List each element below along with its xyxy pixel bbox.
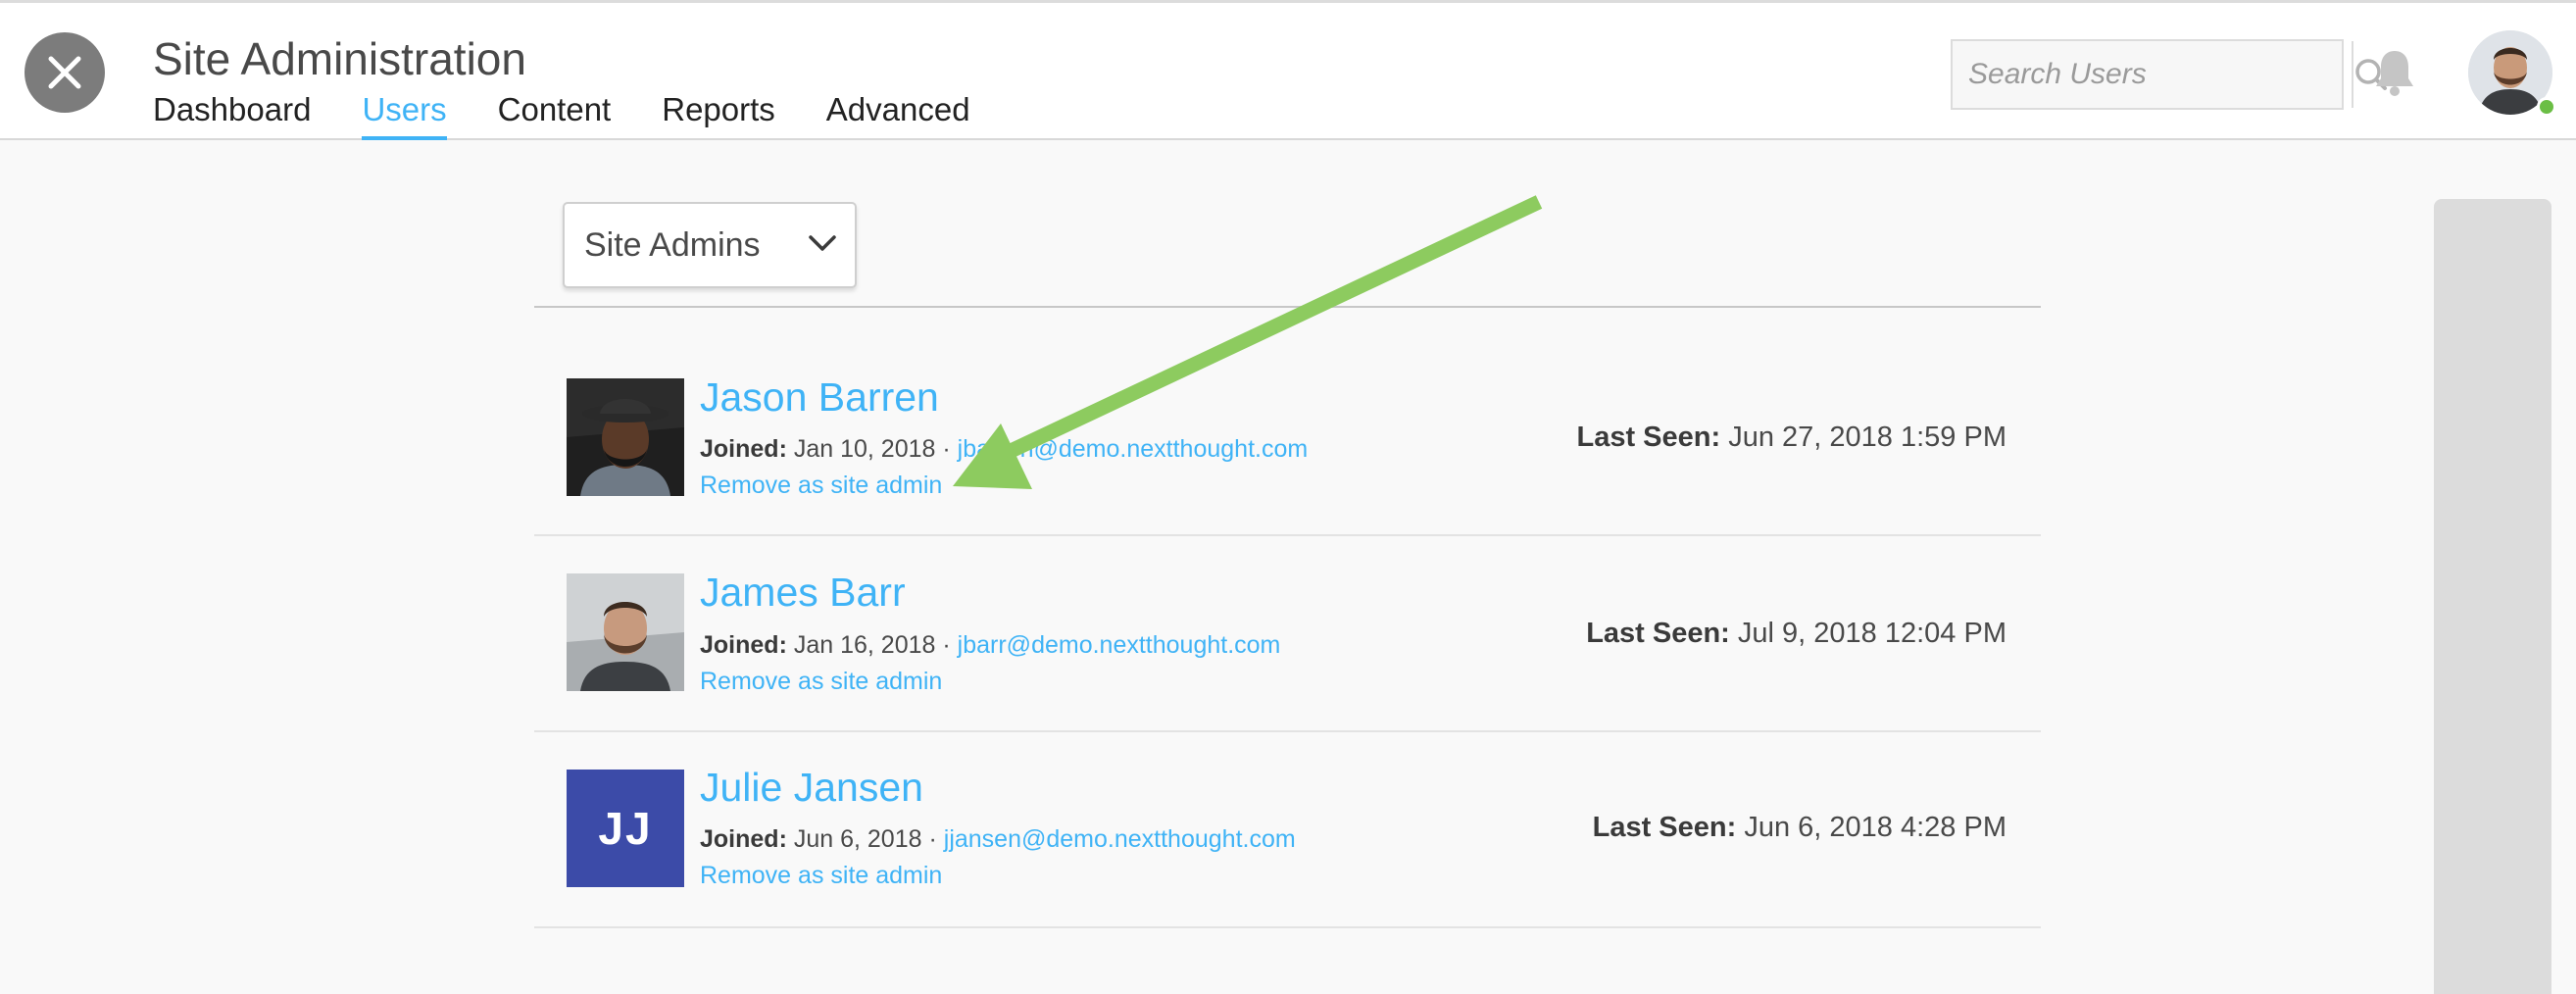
last-seen-value: Jun 6, 2018 4:28 PM bbox=[1744, 812, 2006, 843]
avatar-photo bbox=[567, 378, 684, 496]
joined-date: Jun 6, 2018 bbox=[793, 825, 922, 853]
user-name-link[interactable]: Julie Jansen bbox=[700, 765, 923, 811]
last-seen-label: Last Seen: bbox=[1592, 812, 1737, 843]
remove-site-admin-link[interactable]: Remove as site admin bbox=[700, 862, 942, 890]
last-seen: Last Seen: Jun 6, 2018 4:28 PM bbox=[1593, 812, 2006, 844]
avatar-photo bbox=[567, 573, 684, 691]
bell-icon bbox=[2376, 51, 2413, 96]
last-seen-value: Jul 9, 2018 12:04 PM bbox=[1737, 618, 2006, 649]
user-meta: Joined: Jan 16, 2018 · jbarr@demo.nextth… bbox=[700, 631, 1280, 660]
tab-users[interactable]: Users bbox=[362, 91, 447, 140]
user-name-link[interactable]: James Barr bbox=[700, 570, 906, 616]
last-seen-label: Last Seen: bbox=[1586, 618, 1730, 649]
site-admin-header: Site Administration Dashboard Users Cont… bbox=[0, 0, 2576, 140]
user-row: JJ Julie Jansen Joined: Jun 6, 2018 · jj… bbox=[534, 733, 2041, 928]
user-email-link[interactable]: jjansen@demo.nextthought.com bbox=[944, 825, 1296, 853]
last-seen-label: Last Seen: bbox=[1576, 422, 1721, 453]
close-button[interactable] bbox=[25, 32, 105, 113]
user-row: Jason Barren Joined: Jan 10, 2018 · jbar… bbox=[534, 341, 2041, 536]
tab-reports[interactable]: Reports bbox=[662, 91, 775, 140]
search-box bbox=[1951, 39, 2389, 110]
user-name-link[interactable]: Jason Barren bbox=[700, 374, 939, 421]
joined-label: Joined: bbox=[700, 435, 787, 463]
meta-separator: · bbox=[942, 631, 951, 659]
search-input[interactable] bbox=[1953, 41, 2352, 108]
joined-date: Jan 16, 2018 bbox=[793, 631, 936, 659]
meta-separator: · bbox=[942, 435, 951, 463]
close-icon bbox=[48, 56, 81, 89]
last-seen-value: Jun 27, 2018 1:59 PM bbox=[1728, 422, 2006, 453]
admin-tabs: Dashboard Users Content Reports Advanced bbox=[153, 91, 970, 140]
user-avatar[interactable] bbox=[567, 573, 684, 691]
filter-selected-label: Site Admins bbox=[584, 225, 761, 264]
joined-label: Joined: bbox=[700, 825, 787, 853]
user-meta: Joined: Jun 6, 2018 · jjansen@demo.nextt… bbox=[700, 825, 1296, 854]
user-email-link[interactable]: jbarr@demo.nextthought.com bbox=[958, 631, 1281, 659]
tab-advanced[interactable]: Advanced bbox=[826, 91, 970, 140]
tab-dashboard[interactable]: Dashboard bbox=[153, 91, 311, 140]
list-divider bbox=[534, 306, 2041, 308]
user-avatar[interactable] bbox=[567, 378, 684, 496]
remove-site-admin-link[interactable]: Remove as site admin bbox=[700, 472, 942, 500]
joined-label: Joined: bbox=[700, 631, 787, 659]
remove-site-admin-link[interactable]: Remove as site admin bbox=[700, 668, 942, 696]
notifications-button[interactable] bbox=[2372, 47, 2417, 103]
chevron-down-icon bbox=[809, 235, 836, 251]
user-email-link[interactable]: jbarren@demo.nextthought.com bbox=[958, 435, 1309, 463]
user-filter-dropdown[interactable]: Site Admins bbox=[563, 202, 857, 288]
avatar-initials: JJ bbox=[567, 770, 684, 887]
current-user-avatar[interactable] bbox=[2468, 30, 2556, 117]
meta-separator: · bbox=[928, 825, 937, 853]
side-panel bbox=[2434, 199, 2551, 994]
user-row: James Barr Joined: Jan 16, 2018 · jbarr@… bbox=[534, 537, 2041, 732]
page-title: Site Administration bbox=[153, 33, 526, 84]
joined-date: Jan 10, 2018 bbox=[793, 435, 936, 463]
tab-content[interactable]: Content bbox=[498, 91, 612, 140]
online-status-dot bbox=[2537, 97, 2556, 117]
last-seen: Last Seen: Jun 27, 2018 1:59 PM bbox=[1577, 422, 2007, 454]
last-seen: Last Seen: Jul 9, 2018 12:04 PM bbox=[1586, 618, 2006, 650]
user-meta: Joined: Jan 10, 2018 · jbarren@demo.next… bbox=[700, 435, 1308, 464]
user-avatar[interactable]: JJ bbox=[567, 770, 684, 887]
